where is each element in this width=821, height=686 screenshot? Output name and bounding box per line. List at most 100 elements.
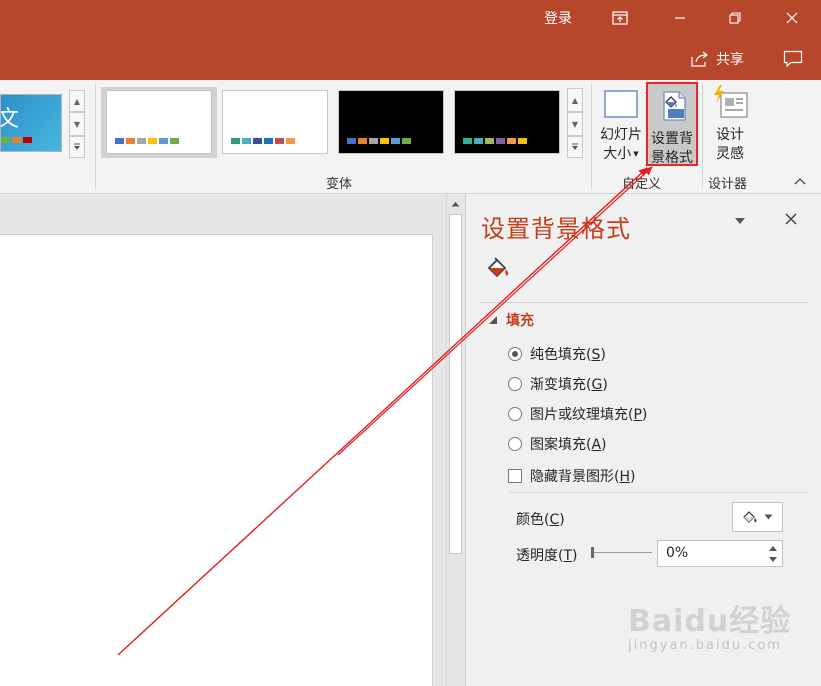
variant-gallery-more[interactable]	[567, 136, 583, 158]
close-window-button[interactable]	[772, 0, 812, 36]
dropdown-arrow-icon	[764, 514, 773, 520]
variant-thumbnail-4[interactable]	[454, 90, 560, 154]
pattern-fill-radio[interactable]	[508, 437, 522, 451]
picture-texture-fill-label: 图片或纹理填充	[530, 407, 628, 423]
format-background-button[interactable]: 设置背 景格式	[646, 82, 698, 166]
hide-background-graphics-label: 隐藏背景图形	[530, 469, 614, 485]
restore-icon	[729, 12, 741, 24]
paint-bucket-icon	[487, 257, 509, 278]
chevron-up-icon	[794, 178, 806, 185]
variant-color-swatches	[347, 138, 411, 144]
transparency-spinner[interactable]	[766, 542, 780, 566]
share-label: 共享	[716, 52, 744, 68]
slide-canvas[interactable]	[0, 234, 433, 686]
variant-thumbnail-2[interactable]	[222, 90, 328, 154]
pane-title: 设置背景格式	[481, 215, 631, 243]
comment-icon	[783, 50, 803, 68]
solid-fill-accesskey: S	[591, 347, 601, 363]
variant-thumbnail-1[interactable]	[106, 90, 212, 154]
design-ideas-label-1: 设计	[716, 127, 744, 143]
theme-gallery-more[interactable]	[69, 136, 85, 158]
variant-color-swatches	[115, 138, 179, 144]
slide-editing-area	[0, 194, 446, 686]
comments-button[interactable]	[778, 44, 808, 74]
picture-texture-fill-accesskey: P	[633, 407, 642, 423]
format-background-icon	[663, 91, 686, 121]
color-label: 颜色(C)	[516, 512, 565, 528]
variant-gallery-scroll-down[interactable]: ▼	[567, 112, 583, 136]
powerpoint-window: 登录 共享 ▲ ▼ ▲ ▼ 变体 幻灯片 大小 ▼ 设置背 景格式 自定义 设计…	[0, 0, 821, 686]
slide-size-button[interactable]: 幻灯片 大小 ▼	[598, 88, 644, 168]
transparency-label: 透明度(T)	[516, 548, 578, 564]
picture-texture-fill-radio[interactable]	[508, 407, 522, 421]
ribbon-display-options-button[interactable]	[600, 0, 640, 36]
design-ideas-icon	[714, 85, 748, 118]
title-bar: 登录 共享	[0, 0, 821, 80]
gradient-fill-label: 渐变填充	[530, 377, 586, 393]
variant-color-swatches	[463, 138, 527, 144]
slider-handle[interactable]	[591, 547, 594, 558]
transparency-label-text: 透明度	[516, 548, 558, 564]
scrollbar-thumb[interactable]	[449, 214, 462, 554]
pane-divider	[481, 302, 807, 303]
solid-fill-radio[interactable]	[508, 347, 522, 361]
theme-thumbnail-text: 文	[1, 101, 19, 133]
fill-tab[interactable]	[486, 256, 514, 286]
group-separator	[702, 84, 703, 188]
color-label-text: 颜色	[516, 512, 544, 528]
transparency-accesskey: T	[563, 548, 573, 564]
vertical-scrollbar[interactable]	[446, 194, 464, 686]
format-background-label-1: 设置背	[651, 131, 693, 147]
minimize-button[interactable]	[660, 0, 700, 36]
pane-close-button[interactable]	[784, 212, 798, 230]
paint-bucket-icon	[743, 511, 757, 523]
picture-texture-fill-option[interactable]: 图片或纹理填充(P)	[508, 404, 647, 424]
designer-group-label: 设计器	[708, 177, 748, 192]
transparency-slider[interactable]	[590, 544, 654, 562]
fill-section-header[interactable]: 填充	[488, 310, 534, 330]
group-separator	[591, 84, 592, 188]
theme-thumbnail[interactable]: 文	[0, 94, 62, 152]
solid-fill-option[interactable]: 纯色填充(S)	[508, 344, 606, 364]
color-accesskey: C	[549, 512, 560, 528]
transparency-value: 0%	[666, 545, 689, 561]
hide-background-graphics-option[interactable]: 隐藏背景图形(H)	[508, 466, 635, 486]
more-icon	[74, 143, 80, 150]
spinner-arrows-icon	[769, 546, 777, 562]
slide-size-label-2: 大小	[603, 146, 632, 162]
share-button[interactable]: 共享	[690, 44, 744, 74]
pattern-fill-accesskey: A	[591, 437, 602, 453]
group-separator	[95, 84, 96, 188]
format-background-label-2: 景格式	[651, 150, 693, 166]
gradient-fill-radio[interactable]	[508, 377, 522, 391]
fill-color-picker[interactable]	[732, 502, 783, 532]
theme-gallery-scroll-down[interactable]: ▼	[69, 112, 85, 136]
theme-gallery-scroll-up[interactable]: ▲	[69, 90, 85, 112]
gradient-fill-option[interactable]: 渐变填充(G)	[508, 374, 608, 394]
slider-track	[592, 552, 652, 553]
restore-button[interactable]	[715, 0, 755, 36]
hide-background-graphics-accesskey: H	[619, 469, 630, 485]
variant-color-swatches	[231, 138, 295, 144]
variant-thumbnail-3[interactable]	[338, 90, 444, 154]
variant-group-label: 变体	[326, 177, 353, 192]
scroll-up-icon	[451, 202, 460, 207]
pattern-fill-label: 图案填充	[530, 437, 586, 453]
pane-options-button[interactable]	[734, 214, 746, 229]
collapse-triangle-icon	[489, 316, 497, 324]
variant-gallery-scroll-up[interactable]: ▲	[567, 88, 583, 112]
design-ideas-button[interactable]: 设计 灵感	[706, 84, 754, 164]
collapse-ribbon-button[interactable]	[794, 174, 812, 190]
slide-size-label-1: 幻灯片	[600, 127, 642, 143]
dropdown-arrow-icon: ▼	[633, 150, 639, 158]
transparency-input[interactable]: 0%	[657, 540, 783, 567]
section-divider	[508, 492, 808, 493]
pattern-fill-option[interactable]: 图案填充(A)	[508, 434, 607, 454]
hide-background-graphics-checkbox[interactable]	[508, 469, 522, 483]
scroll-up-button[interactable]	[447, 196, 464, 212]
design-ideas-label-2: 灵感	[716, 146, 744, 162]
close-icon	[785, 213, 797, 225]
gradient-fill-accesskey: G	[591, 377, 603, 393]
sign-in-button[interactable]: 登录	[530, 0, 586, 36]
ribbon-display-icon	[612, 11, 628, 25]
